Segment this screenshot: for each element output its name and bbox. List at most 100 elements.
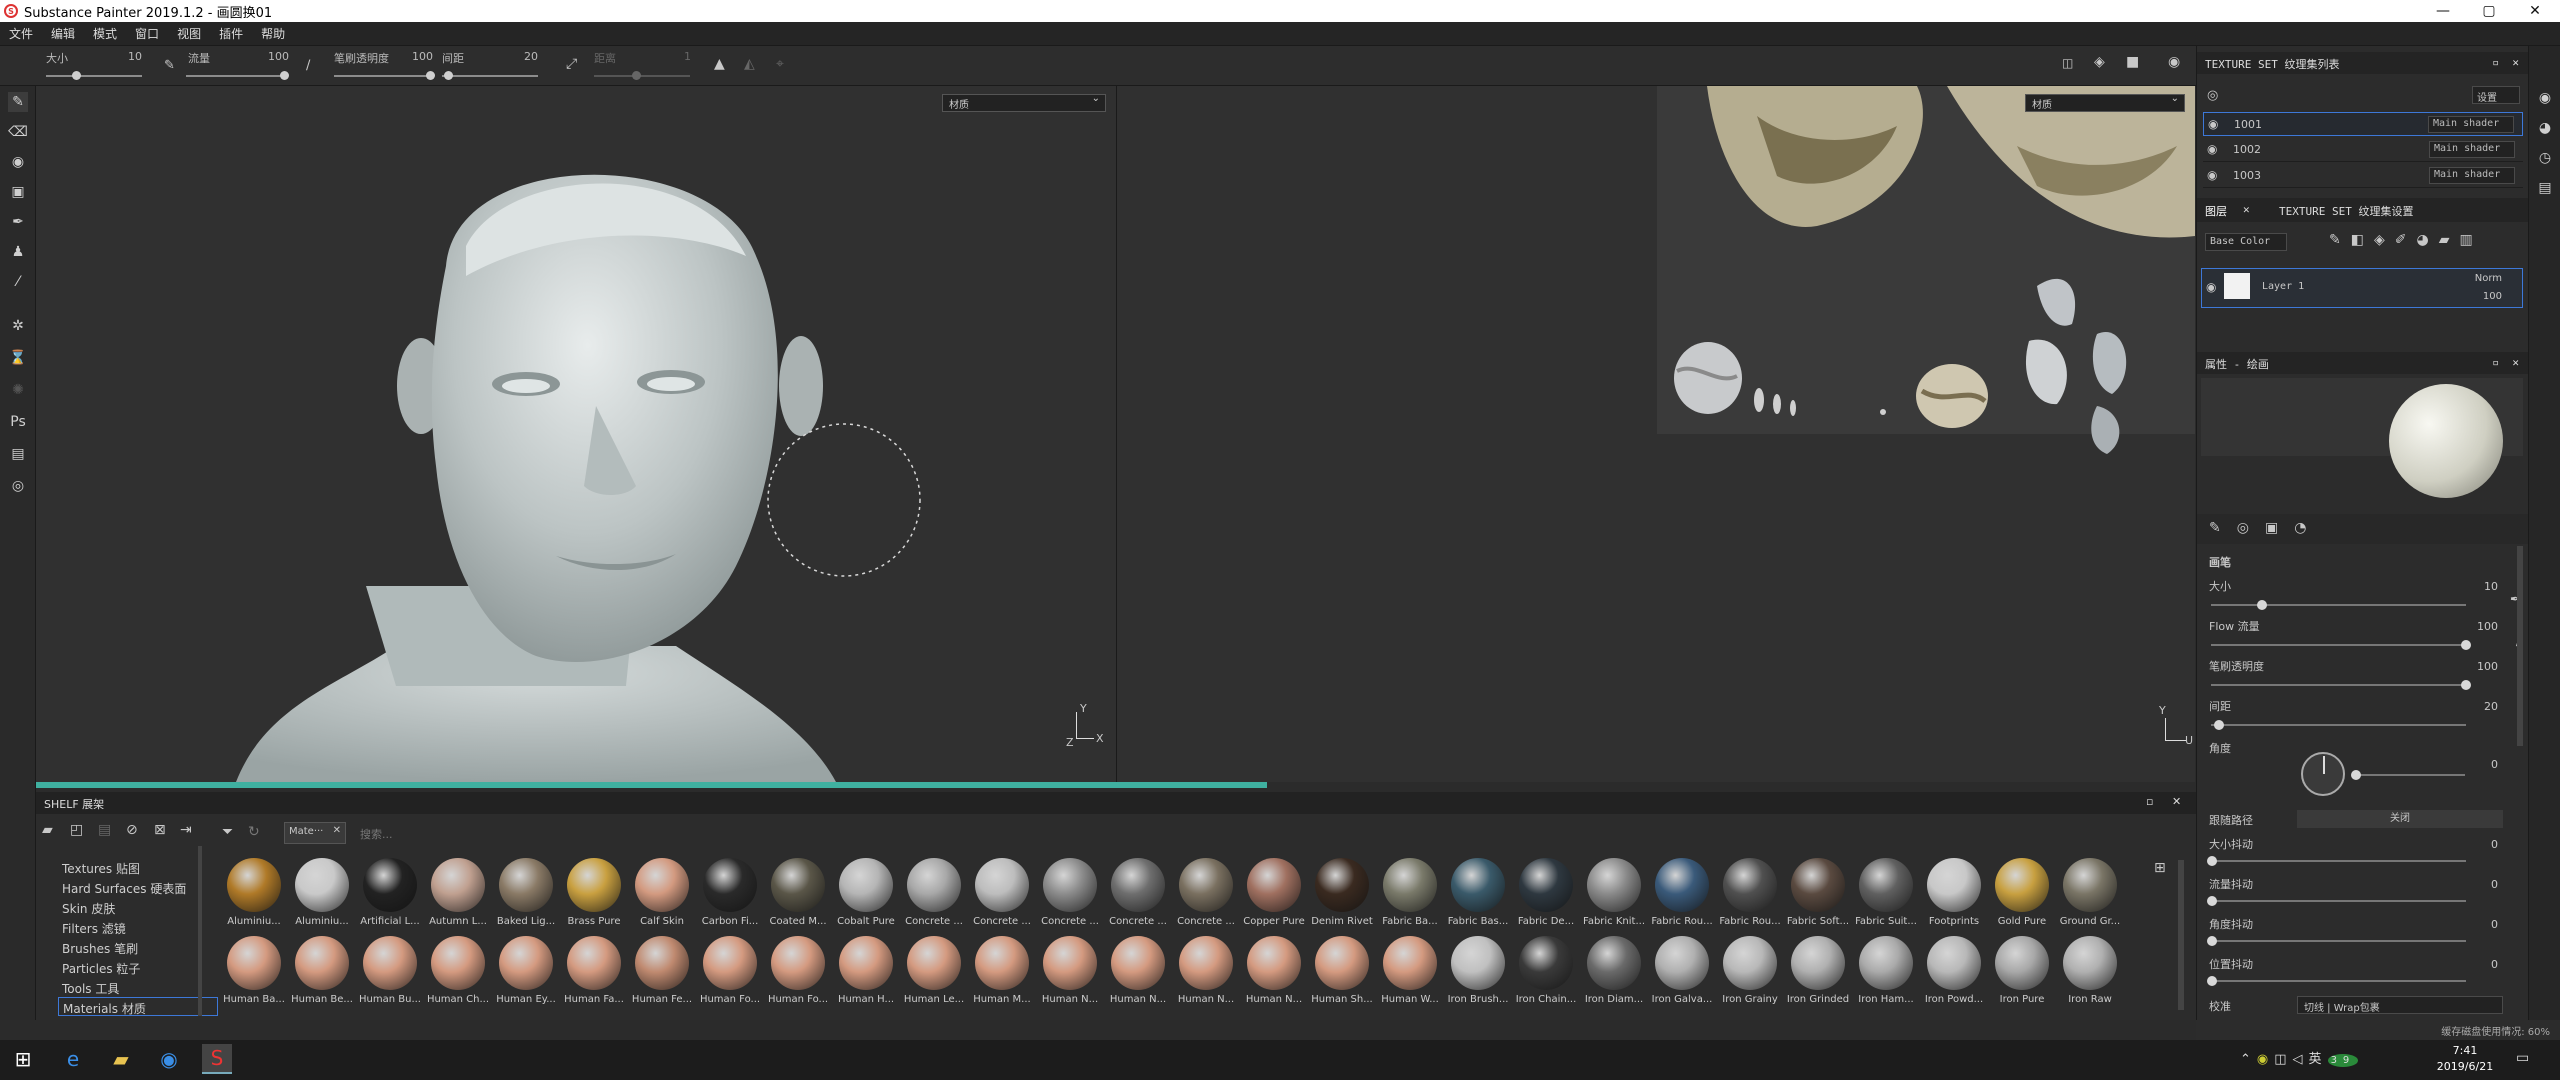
flow-jitter-slider[interactable] [2211, 900, 2466, 902]
photoshop-export-icon[interactable]: Ps [8, 412, 28, 432]
spacing-value[interactable]: 20 [524, 50, 538, 63]
size-jitter-slider[interactable] [2211, 860, 2466, 862]
add-effect-icon[interactable]: ✎ [2329, 232, 2351, 248]
brush-opacity-knob[interactable] [2461, 680, 2471, 690]
flow-brush-icon[interactable]: ✎ [164, 58, 175, 73]
tab-layers[interactable]: 图层 [2205, 203, 2227, 219]
material-thumbnail[interactable]: Human Fo... [766, 936, 830, 1005]
material-thumbnail[interactable]: Fabric Knit... [1582, 858, 1646, 927]
texture-set-shader-dropdown[interactable]: Main shader [2429, 167, 2515, 184]
shelf-category-hard-surfaces[interactable]: Hard Surfaces 硬表面 [62, 880, 186, 897]
brush-size-slider[interactable] [2211, 604, 2466, 606]
brush-spacing-knob[interactable] [2213, 720, 2224, 730]
shelf-float-icon[interactable]: ▫ [2146, 795, 2153, 808]
camera-settings-icon[interactable]: ■ [2126, 54, 2139, 70]
alignment-dropdown[interactable]: 切线 | Wrap包裹 [2297, 996, 2503, 1014]
shelf-category-brushes[interactable]: Brushes 笔刷 [62, 940, 138, 957]
notification-center-icon[interactable]: ▭ [2516, 1050, 2529, 1066]
material-thumbnail[interactable]: Human Fo... [698, 936, 762, 1005]
flow-jitter-knob[interactable] [2207, 896, 2217, 906]
brush-spacing-slider[interactable] [2211, 724, 2466, 726]
stencil-tab-icon[interactable]: ▣ [2265, 520, 2294, 536]
properties-scrollbar[interactable] [2517, 546, 2523, 746]
color-picker-icon[interactable]: ⁄ [8, 272, 28, 292]
material-thumbnail[interactable]: Coated M... [766, 858, 830, 927]
material-thumbnail[interactable]: Iron Brush... [1446, 936, 1510, 1005]
material-thumbnail[interactable]: Footprints [1922, 858, 1986, 927]
delete-layer-icon[interactable]: ▥ [2459, 232, 2482, 248]
follow-path-toggle[interactable]: 关闭 [2297, 810, 2503, 828]
history-dock-icon[interactable]: ◷ [2535, 148, 2555, 168]
brush-angle-value[interactable]: 0 [2491, 758, 2498, 771]
position-jitter-value[interactable]: 0 [2491, 958, 2498, 971]
material-thumbnail[interactable]: Aluminiu... [290, 858, 354, 927]
shelf-filter-tag-close-icon[interactable]: ✕ [333, 825, 341, 836]
opacity-value[interactable]: 100 [412, 50, 433, 63]
texture-set-float-icon[interactable]: ▫ [2492, 56, 2499, 69]
angle-jitter-value[interactable]: 0 [2491, 918, 2498, 931]
material-thumbnail[interactable]: Fabric Soft... [1786, 858, 1850, 927]
maximize-button[interactable]: ▢ [2466, 0, 2512, 22]
projection-icon[interactable]: ◉ [8, 152, 28, 172]
size-slider[interactable] [46, 75, 142, 77]
material-thumbnail[interactable]: Iron Grinded [1786, 936, 1850, 1005]
brush-flow-knob[interactable] [2461, 640, 2471, 650]
material-thumbnail[interactable]: Human N... [1106, 936, 1170, 1005]
material-thumbnail[interactable]: Human N... [1242, 936, 1306, 1005]
clone-stamp-icon[interactable]: ♟ [8, 242, 28, 262]
material-thumbnail[interactable]: Ground Gr... [2058, 858, 2122, 927]
history-icon[interactable]: ◎ [8, 476, 28, 496]
texture-set-close-icon[interactable]: ✕ [2512, 56, 2519, 69]
brush-opacity-slider[interactable] [2211, 684, 2466, 686]
shelf-search-input[interactable]: 搜索... [354, 822, 654, 844]
material-thumbnail[interactable]: Iron Diam... [1582, 936, 1646, 1005]
material-thumbnail[interactable]: Cobalt Pure [834, 858, 898, 927]
alpha-tab-icon[interactable]: ◎ [2237, 520, 2265, 536]
tab-layers-close-icon[interactable]: ✕ [2243, 203, 2250, 216]
material-tab-icon[interactable]: ◔ [2294, 520, 2322, 536]
shelf-new-icon[interactable]: ◰ [70, 822, 83, 838]
flow-value[interactable]: 100 [268, 50, 289, 63]
ime-indicator[interactable]: 英 [2309, 1052, 2328, 1067]
material-thumbnail[interactable]: Iron Raw [2058, 936, 2122, 1005]
brush-size-value[interactable]: 10 [2484, 580, 2498, 593]
symmetry-icon[interactable]: ▲ [714, 56, 725, 72]
viewport-3d[interactable]: 材质 Y Z X [36, 86, 1116, 782]
material-thumbnail[interactable]: Fabric Rou... [1718, 858, 1782, 927]
brush-flow-value[interactable]: 100 [2477, 620, 2498, 633]
material-thumbnail[interactable]: Human Ba... [222, 936, 286, 1005]
brush-spacing-value[interactable]: 20 [2484, 700, 2498, 713]
flow-jitter-value[interactable]: 0 [2491, 878, 2498, 891]
material-thumbnail[interactable]: Human Bu... [358, 936, 422, 1005]
menu-file[interactable]: 文件 [0, 25, 42, 42]
minimize-button[interactable]: — [2420, 0, 2466, 22]
menu-help[interactable]: 帮助 [252, 25, 294, 42]
shelf-category-scrollbar[interactable] [198, 846, 202, 1016]
material-thumbnail[interactable]: Iron Grainy [1718, 936, 1782, 1005]
spacing-slider-knob[interactable] [444, 71, 453, 80]
texture-set-row[interactable]: ◉ 1003 Main shader [2203, 164, 2523, 188]
tray-volume-icon[interactable]: ◁ [2293, 1052, 2309, 1067]
edge-browser-icon[interactable]: e [58, 1044, 88, 1074]
shader-settings-dock-icon[interactable]: ◕ [2535, 118, 2555, 138]
symmetry-settings-icon[interactable]: ⌖ [776, 56, 784, 72]
layer-opacity[interactable]: 100 [2483, 291, 2502, 302]
brush-angle-knob[interactable] [2351, 770, 2361, 780]
display-settings-icon[interactable]: ◈ [2094, 54, 2105, 70]
channel-dropdown[interactable]: Base Color [2205, 233, 2287, 251]
paint-brush-icon[interactable]: ✎ [8, 92, 28, 112]
material-thumbnail[interactable]: Fabric Suit... [1854, 858, 1918, 927]
shelf-category-particles[interactable]: Particles 粒子 [62, 960, 140, 977]
texture-set-settings-dropdown[interactable]: 设置 [2472, 86, 2520, 104]
shelf-category-filters[interactable]: Filters 滤镜 [62, 920, 126, 937]
viewport-3d-material-dropdown[interactable]: 材质 [942, 93, 1106, 112]
material-thumbnail[interactable]: Human M... [970, 936, 1034, 1005]
material-thumbnail[interactable]: Iron Pure [1990, 936, 2054, 1005]
shelf-folder-icon[interactable]: ▰ [42, 822, 53, 838]
material-thumbnail[interactable]: Human Fe... [630, 936, 694, 1005]
position-jitter-knob[interactable] [2207, 976, 2217, 986]
tray-badge[interactable]: 39 [2327, 1054, 2359, 1067]
resources-icon[interactable]: ▤ [8, 444, 28, 464]
material-thumbnail[interactable]: Fabric Bas... [1446, 858, 1510, 927]
tray-app-icon[interactable]: ◉ [2257, 1052, 2274, 1067]
